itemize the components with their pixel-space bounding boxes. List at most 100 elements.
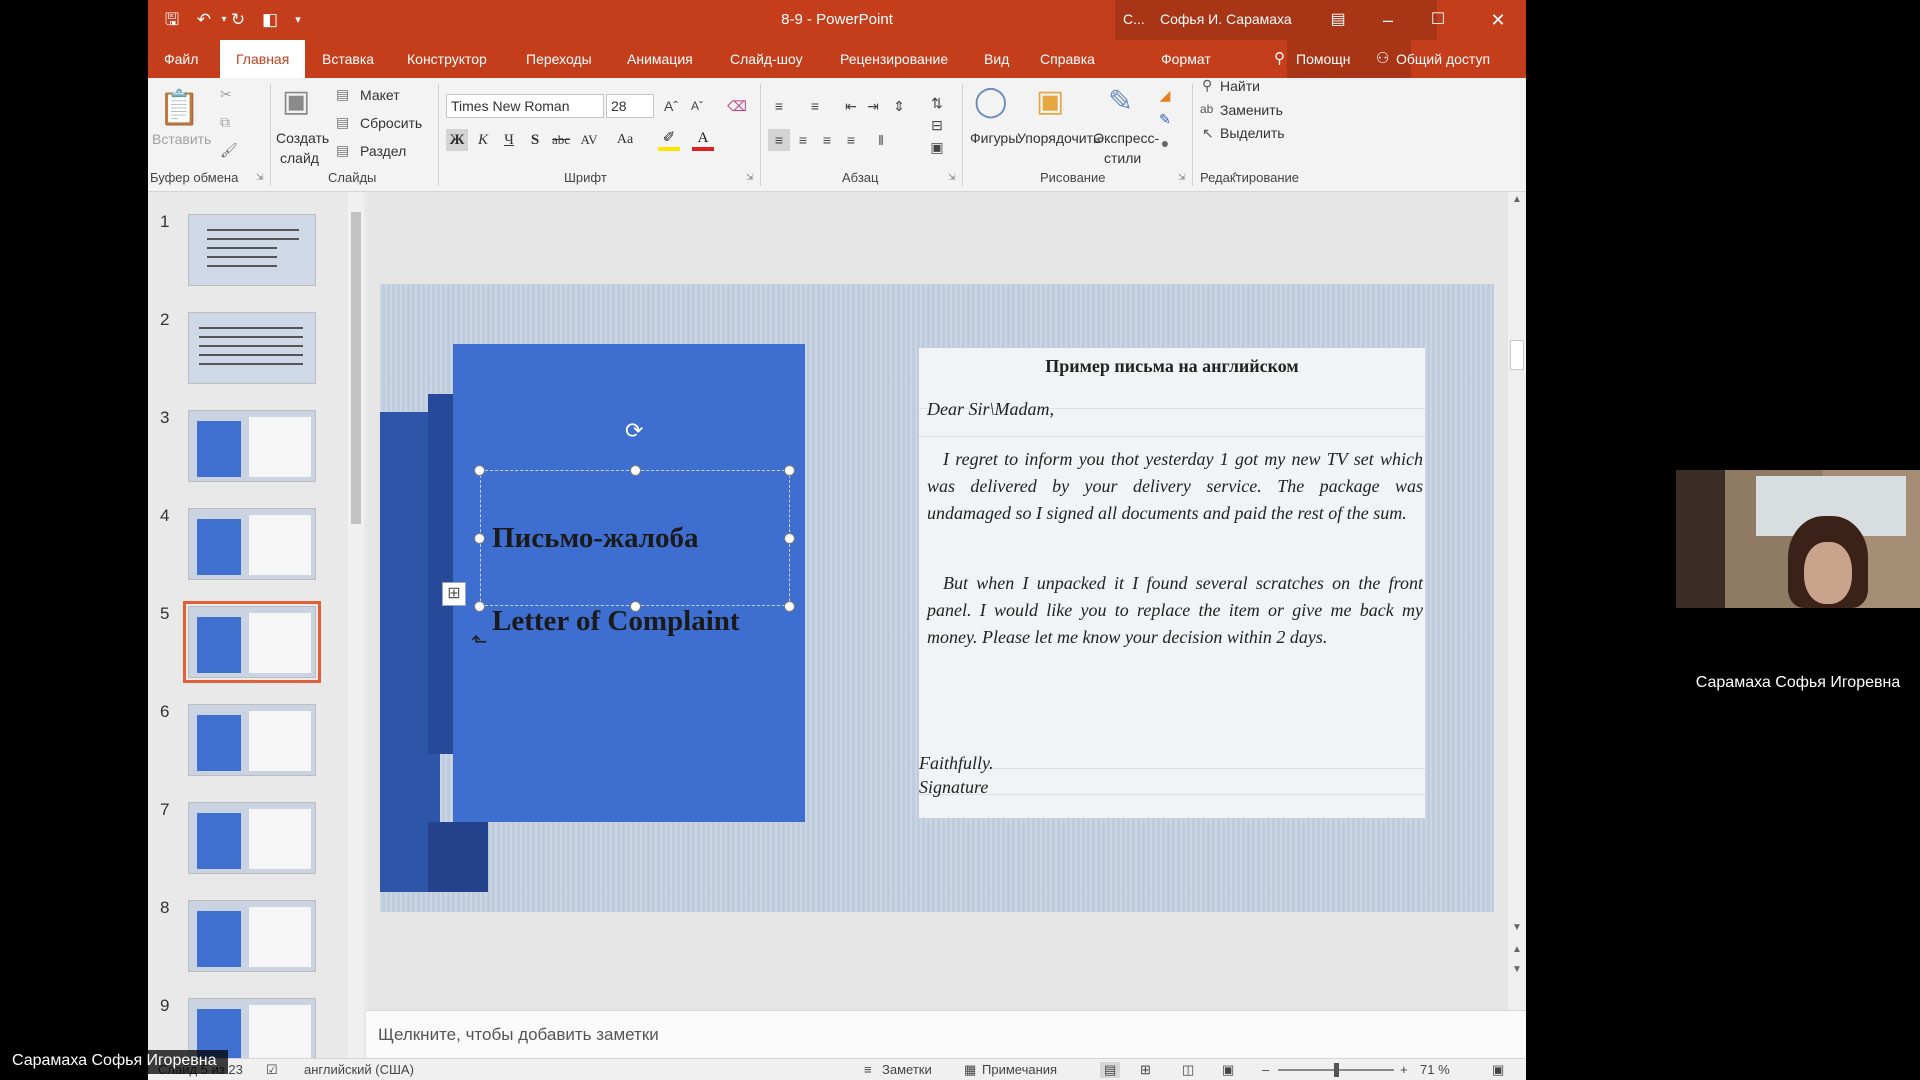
normal-view-icon[interactable]: ▤ bbox=[1100, 1062, 1121, 1078]
increase-indent-icon[interactable]: ⇥ bbox=[862, 95, 884, 117]
slide-thumbnail[interactable] bbox=[188, 508, 316, 580]
highlight-icon[interactable]: ✐ bbox=[658, 129, 680, 151]
underline-button[interactable]: Ч bbox=[498, 129, 520, 151]
font-launcher-icon[interactable]: ⇲ bbox=[746, 172, 754, 183]
columns-icon[interactable]: ‖ bbox=[870, 129, 892, 151]
notes-toggle-icon[interactable]: ≡ bbox=[864, 1062, 872, 1077]
new-slide-label-1[interactable]: Создать bbox=[276, 130, 329, 146]
slide-thumbnail[interactable] bbox=[188, 410, 316, 482]
rotate-handle-icon[interactable]: ⟳ bbox=[625, 418, 643, 444]
collapse-ribbon-icon[interactable]: ⌃ bbox=[1230, 170, 1240, 184]
section-button[interactable]: Раздел bbox=[360, 143, 406, 159]
comments-icon[interactable]: ▦ bbox=[964, 1062, 976, 1078]
tab-insert[interactable]: Вставка bbox=[322, 40, 374, 78]
copy-icon[interactable]: ⧉ bbox=[220, 114, 230, 131]
shapes-button[interactable]: Фигуры bbox=[970, 130, 1018, 146]
notes-toggle-button[interactable]: Заметки bbox=[882, 1062, 932, 1077]
grow-font-icon[interactable]: Aˆ bbox=[660, 95, 682, 117]
resize-handle[interactable] bbox=[784, 533, 795, 544]
tell-me-search[interactable]: Помощн bbox=[1296, 40, 1351, 78]
text-direction-icon[interactable]: ⇅ bbox=[926, 92, 948, 114]
resize-handle[interactable] bbox=[474, 465, 485, 476]
language-indicator[interactable]: английский (США) bbox=[304, 1062, 414, 1077]
slide-thumbnail[interactable] bbox=[188, 802, 316, 874]
tab-help[interactable]: Справка bbox=[1040, 40, 1095, 78]
reset-icon[interactable]: ▤ bbox=[336, 114, 349, 131]
shape-effects-icon[interactable]: ● bbox=[1154, 132, 1176, 154]
tab-format[interactable]: Формат bbox=[1161, 40, 1211, 78]
clear-formatting-icon[interactable]: ⌫ bbox=[726, 95, 748, 117]
bullets-icon[interactable]: ≡ bbox=[768, 95, 790, 117]
paste-icon[interactable]: 📋 bbox=[158, 88, 200, 128]
reset-button[interactable]: Сбросить bbox=[360, 115, 422, 131]
slide-thumbnail[interactable] bbox=[188, 214, 316, 286]
char-spacing-icon[interactable]: AV bbox=[578, 129, 600, 151]
slideshow-view-icon[interactable]: ▣ bbox=[1222, 1062, 1234, 1078]
decrease-indent-icon[interactable]: ⇤ bbox=[840, 95, 862, 117]
thumbnails-scrollbar[interactable] bbox=[348, 192, 364, 1058]
scroll-up-icon[interactable]: ▲ bbox=[1510, 194, 1524, 205]
select-icon[interactable]: ↖ bbox=[1202, 125, 1214, 142]
spell-check-icon[interactable]: ☑ bbox=[266, 1062, 278, 1078]
tab-home[interactable]: Главная bbox=[220, 40, 306, 78]
account-name[interactable]: Софья И. Сарамаха bbox=[1160, 11, 1292, 27]
quick-styles-icon[interactable]: ✎ bbox=[1108, 84, 1133, 119]
resize-handle[interactable] bbox=[474, 533, 485, 544]
zoom-level[interactable]: 71 % bbox=[1420, 1062, 1450, 1077]
tab-animation[interactable]: Анимация bbox=[627, 40, 693, 78]
layout-button[interactable]: Макет bbox=[360, 87, 400, 103]
font-name-select[interactable]: Times New Roman bbox=[446, 94, 604, 118]
close-icon[interactable]: ✕ bbox=[1473, 0, 1523, 40]
next-slide-icon[interactable]: ▼ bbox=[1510, 964, 1524, 975]
format-painter-icon[interactable]: 🖌 bbox=[220, 142, 238, 159]
shadow-button[interactable]: S bbox=[524, 129, 546, 151]
layout-options-icon[interactable]: ⊞ bbox=[442, 582, 466, 606]
resize-handle[interactable] bbox=[474, 601, 485, 612]
italic-button[interactable]: К bbox=[472, 129, 494, 151]
slide-scroll-thumb[interactable] bbox=[1510, 340, 1524, 370]
resize-handle[interactable] bbox=[784, 465, 795, 476]
tab-view[interactable]: Вид bbox=[984, 40, 1009, 78]
notes-placeholder[interactable]: Щелкните, чтобы добавить заметки bbox=[378, 1025, 659, 1045]
slide-thumbnail[interactable] bbox=[188, 900, 316, 972]
align-right-icon[interactable]: ≡ bbox=[816, 129, 838, 151]
minimize-icon[interactable]: – bbox=[1363, 0, 1413, 40]
ribbon-display-icon[interactable]: ▤ bbox=[1313, 0, 1363, 40]
quick-styles-label-1[interactable]: Экспресс- bbox=[1094, 130, 1159, 146]
paste-button[interactable]: Вставить bbox=[152, 131, 211, 147]
clipboard-launcher-icon[interactable]: ⇲ bbox=[256, 172, 264, 183]
new-slide-icon[interactable]: ▣ bbox=[282, 84, 310, 119]
font-color-icon[interactable]: A bbox=[692, 129, 714, 151]
smartart-icon[interactable]: ▣ bbox=[926, 136, 948, 158]
slide-thumbnail[interactable] bbox=[188, 998, 316, 1058]
line-spacing-icon[interactable]: ⇕ bbox=[888, 95, 910, 117]
resize-handle[interactable] bbox=[784, 601, 795, 612]
tab-design[interactable]: Конструктор bbox=[407, 40, 487, 78]
find-icon[interactable]: ⚲ bbox=[1202, 77, 1212, 94]
notes-pane[interactable]: Щелкните, чтобы добавить заметки bbox=[366, 1010, 1526, 1058]
scroll-down-icon[interactable]: ▼ bbox=[1510, 922, 1524, 933]
align-left-icon[interactable]: ≡ bbox=[768, 129, 790, 151]
shape-outline-icon[interactable]: ✎ bbox=[1154, 108, 1176, 130]
fit-to-window-icon[interactable]: ▣ bbox=[1492, 1062, 1504, 1078]
slide-thumbnail[interactable] bbox=[188, 704, 316, 776]
replace-icon[interactable]: ab bbox=[1200, 102, 1213, 116]
justify-icon[interactable]: ≡ bbox=[840, 129, 862, 151]
slide-title-english[interactable]: Letter of Complaint bbox=[492, 605, 740, 638]
slide-thumbnail[interactable] bbox=[183, 601, 321, 683]
reading-view-icon[interactable]: ◫ bbox=[1182, 1062, 1194, 1078]
current-slide[interactable]: ⟳ Письмо-жалоба Letter of Complaint ⊞ ⬑ … bbox=[380, 284, 1494, 912]
shape-fill-icon[interactable]: ◢ bbox=[1154, 84, 1176, 106]
tab-review[interactable]: Рецензирование bbox=[840, 40, 948, 78]
change-case-button[interactable]: Aa bbox=[614, 129, 636, 151]
cut-icon[interactable]: ✂ bbox=[220, 86, 232, 103]
comments-button[interactable]: Примечания bbox=[982, 1062, 1057, 1077]
zoom-out-icon[interactable]: – bbox=[1262, 1062, 1269, 1077]
drawing-launcher-icon[interactable]: ⇲ bbox=[1178, 172, 1186, 183]
maximize-icon[interactable]: ☐ bbox=[1413, 0, 1463, 40]
tab-slideshow[interactable]: Слайд-шоу bbox=[730, 40, 803, 78]
layout-icon[interactable]: ▤ bbox=[336, 86, 349, 103]
select-button[interactable]: Выделить bbox=[1220, 125, 1285, 141]
zoom-in-icon[interactable]: + bbox=[1400, 1062, 1408, 1077]
letter-textbox[interactable]: Пример письма на английском Dear Sir\Mad… bbox=[919, 348, 1425, 818]
